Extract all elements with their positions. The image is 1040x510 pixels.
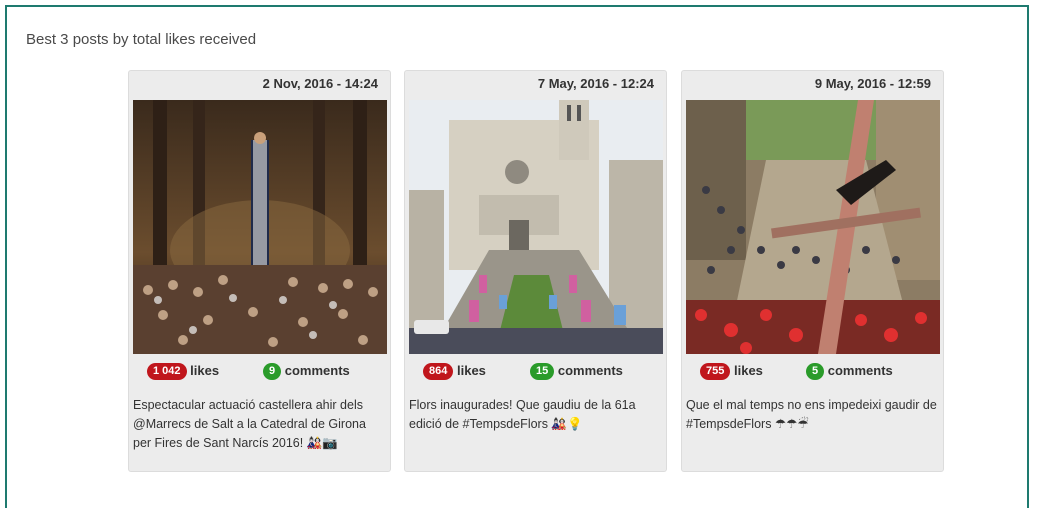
panel-title: Best 3 posts by total likes received: [26, 31, 257, 48]
comments-stat[interactable]: 5 comments: [806, 363, 893, 380]
post-date: 7 May, 2016 - 12:24: [537, 76, 654, 91]
comments-label: comments: [557, 363, 623, 378]
post-photo-sword[interactable]: [686, 100, 940, 354]
likes-label: likes: [733, 363, 763, 378]
post-date: 9 May, 2016 - 12:59: [814, 76, 931, 91]
likes-stat[interactable]: 864 likes: [423, 363, 486, 380]
post-card[interactable]: 9 May, 2016 - 12:59 755 likes 5 comments…: [681, 70, 944, 472]
likes-stat[interactable]: 1 042 likes: [147, 363, 219, 380]
likes-stat[interactable]: 755 likes: [700, 363, 763, 380]
likes-badge: 1 042: [147, 363, 187, 380]
post-card[interactable]: 7 May, 2016 - 12:24 864 likes 15 comment…: [404, 70, 667, 472]
top-posts-panel: Best 3 posts by total likes received 2 N…: [5, 5, 1029, 508]
post-stats: 864 likes 15 comments: [405, 363, 666, 381]
likes-badge: 755: [700, 363, 731, 380]
comments-label: comments: [284, 363, 350, 378]
comments-badge: 15: [530, 363, 555, 380]
post-caption: Espectacular actuació castellera ahir de…: [133, 398, 366, 450]
post-caption: Flors inaugurades! Que gaudiu de la 61a …: [409, 398, 636, 431]
post-card[interactable]: 2 Nov, 2016 - 14:24 1 042 likes 9 commen…: [128, 70, 391, 472]
likes-label: likes: [456, 363, 486, 378]
post-stats: 755 likes 5 comments: [682, 363, 943, 381]
comments-stat[interactable]: 15 comments: [530, 363, 623, 380]
likes-label: likes: [190, 363, 220, 378]
comments-badge: 9: [263, 363, 282, 380]
comments-label: comments: [827, 363, 893, 378]
comments-badge: 5: [806, 363, 825, 380]
post-photo-cathedral[interactable]: [409, 100, 663, 354]
post-photo-castellers[interactable]: [133, 100, 387, 354]
post-caption: Que el mal temps no ens impedeixi gaudir…: [686, 398, 937, 431]
post-stats: 1 042 likes 9 comments: [129, 363, 390, 381]
comments-stat[interactable]: 9 comments: [263, 363, 350, 380]
post-date: 2 Nov, 2016 - 14:24: [262, 76, 378, 91]
likes-badge: 864: [423, 363, 454, 380]
